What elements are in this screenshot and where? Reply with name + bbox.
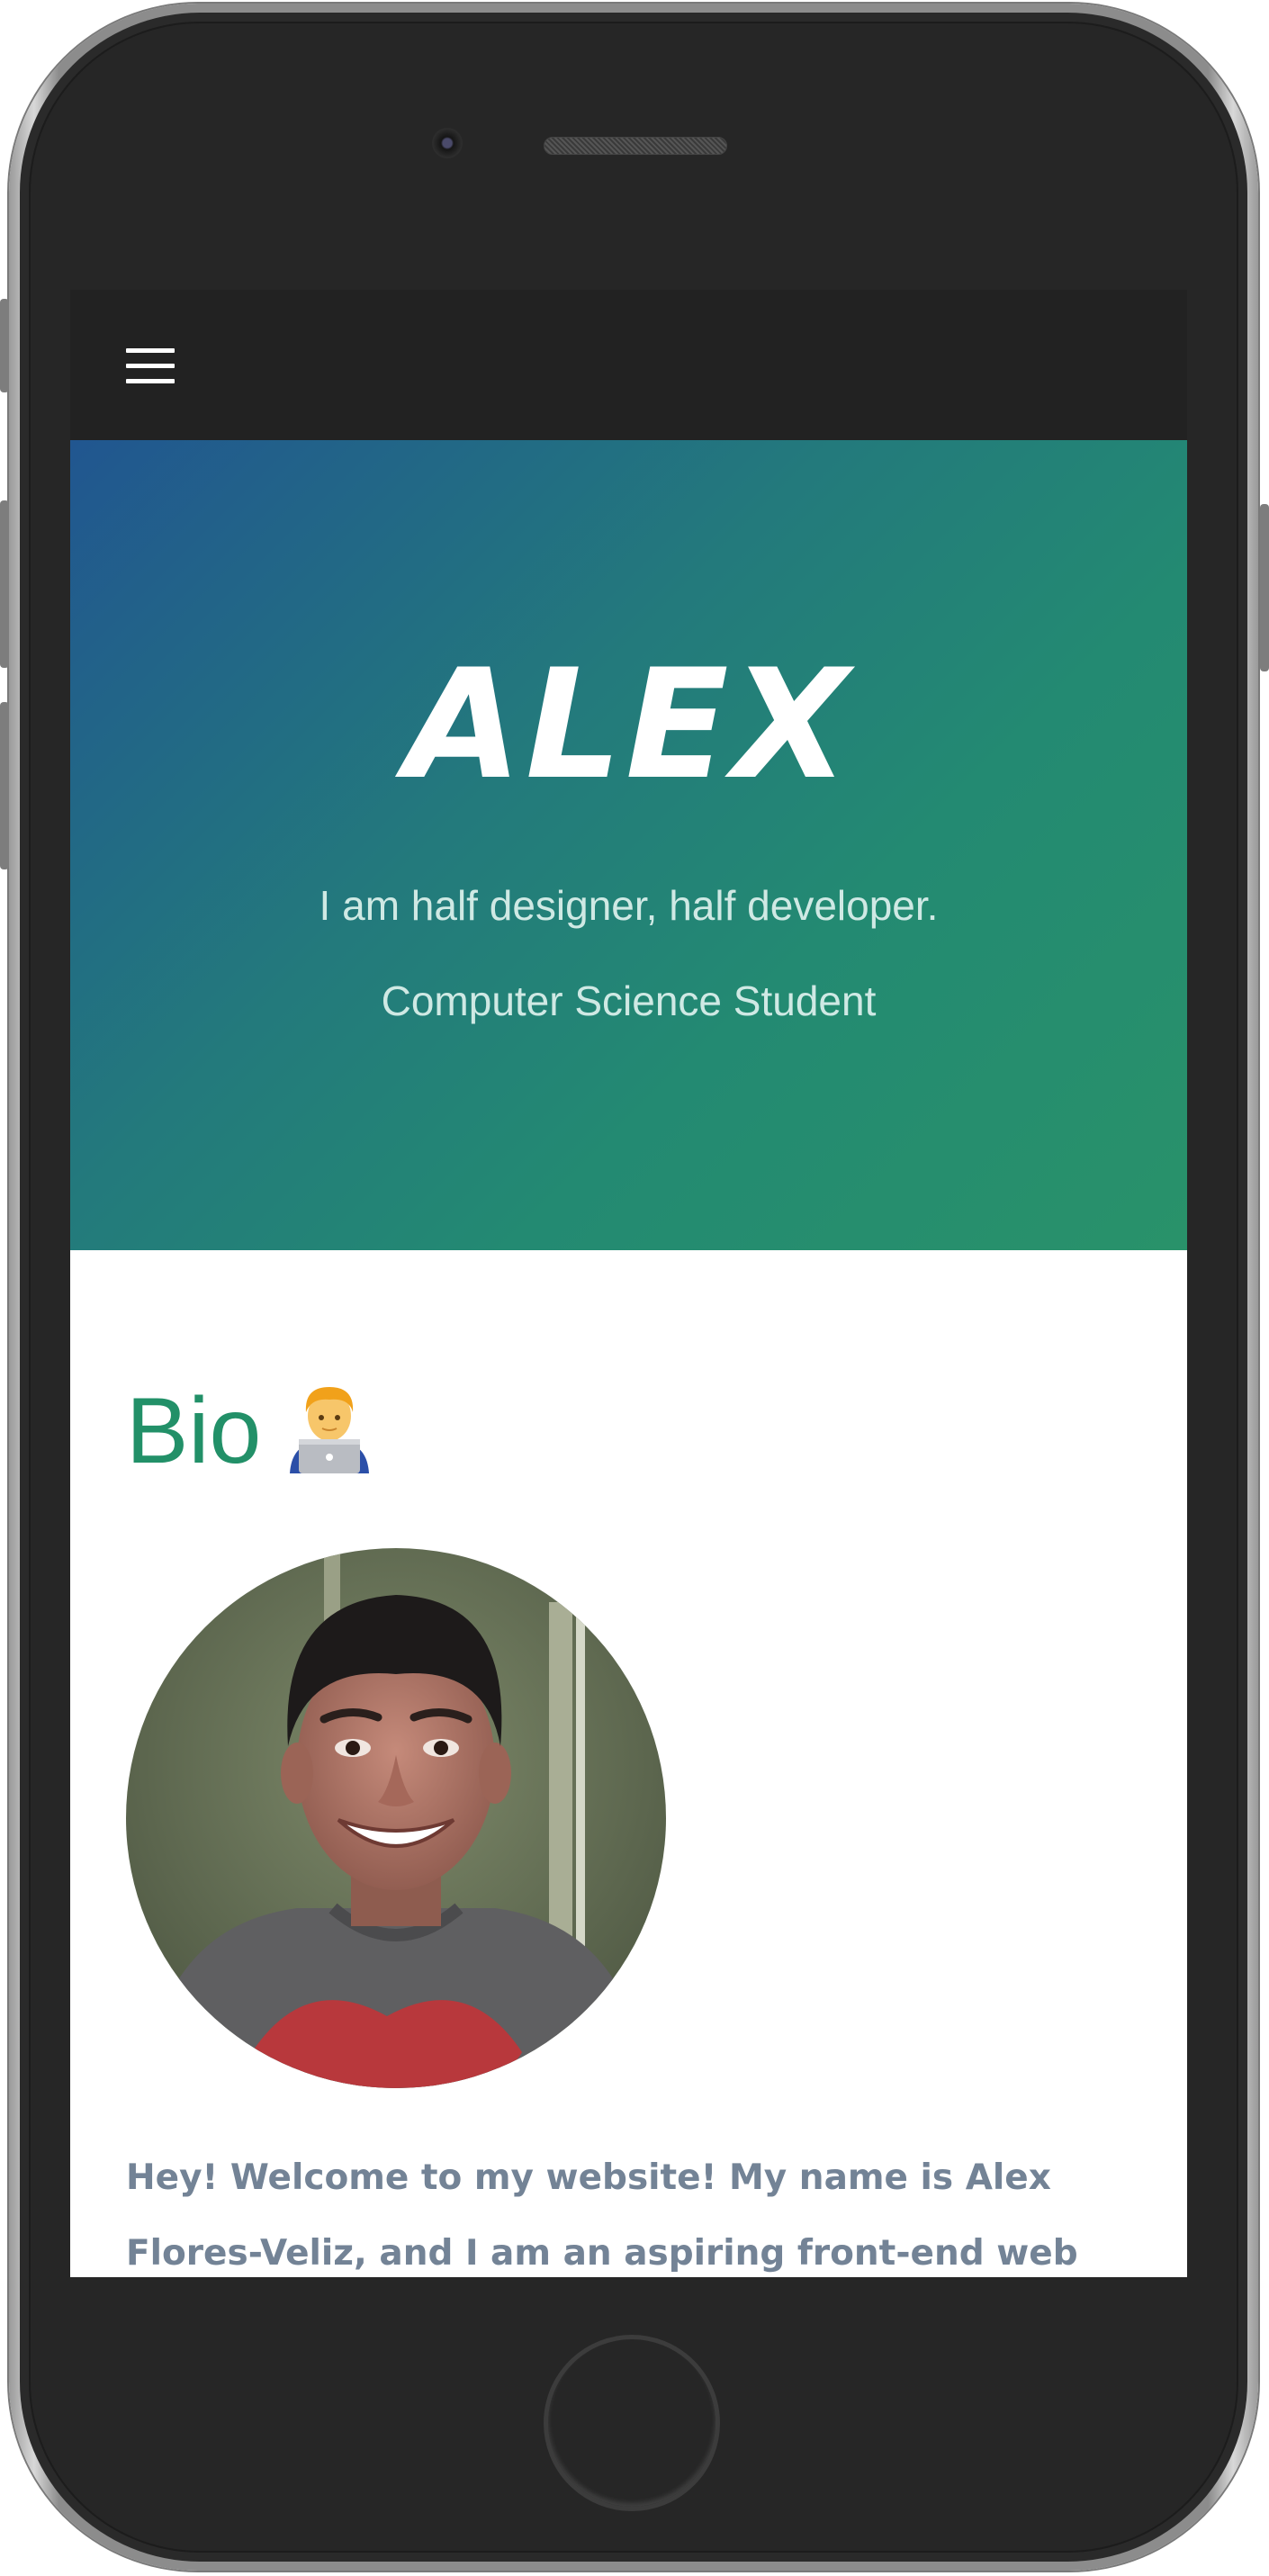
hero-title: ALEX [404, 636, 853, 813]
mute-switch [0, 299, 9, 392]
hero-subtitle: Computer Science Student [381, 977, 877, 1024]
volume-up-button [0, 500, 9, 668]
bio-heading-text: Bio [126, 1379, 262, 1483]
profile-photo [126, 1548, 666, 2088]
navbar [70, 290, 1187, 440]
front-camera [432, 128, 463, 158]
volume-down-button [0, 702, 9, 869]
hero-tagline: I am half designer, half developer. [319, 882, 939, 929]
bio-heading: Bio [126, 1377, 373, 1485]
hamburger-menu-icon[interactable] [126, 348, 175, 384]
phone-screen: ALEX I am half designer, half developer.… [70, 290, 1187, 2277]
earpiece-speaker [544, 137, 727, 155]
home-button[interactable] [544, 2335, 720, 2511]
bio-paragraph: Hey! Welcome to my website! My name is A… [126, 2157, 1078, 2274]
hero-section: ALEX I am half designer, half developer.… [70, 440, 1187, 1250]
power-button [1260, 504, 1269, 671]
technologist-with-laptop-emoji-icon [286, 1380, 373, 1473]
